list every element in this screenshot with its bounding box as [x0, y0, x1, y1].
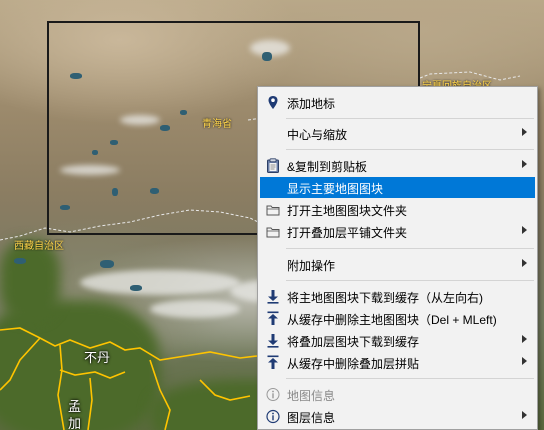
menu-separator	[286, 280, 534, 281]
menu-item-delete-overlay-cache[interactable]: 从缓存中删除叠加层拼贴	[260, 352, 535, 373]
submenu-arrow-icon	[522, 411, 527, 419]
menu-item-add-marker[interactable]: 添加地标	[260, 92, 535, 113]
submenu-arrow-icon	[522, 357, 527, 365]
menu-item-open-overlay-folder[interactable]: 打开叠加层平铺文件夹	[260, 221, 535, 242]
menu-item-label: 图层信息	[287, 411, 336, 425]
menu-item-center-zoom[interactable]: 中心与缩放	[260, 123, 535, 144]
menu-item-label: 附加操作	[287, 259, 336, 273]
menu-separator	[286, 248, 534, 249]
info-icon	[266, 409, 280, 424]
menu-item-download-main-cache[interactable]: 将主地图图块下载到缓存（从左向右)	[260, 286, 535, 307]
submenu-arrow-icon	[522, 128, 527, 136]
info-icon	[266, 388, 280, 401]
region-label-xizang: 西藏自治区	[14, 241, 64, 252]
region-label-qinghai: 青海省	[202, 119, 232, 130]
map-pin-icon	[268, 96, 278, 109]
menu-item-label: 打开叠加层平铺文件夹	[287, 226, 408, 240]
menu-item-label: 中心与缩放	[287, 128, 348, 142]
menu-item-layer-info[interactable]: 图层信息	[260, 406, 535, 427]
menu-item-delete-main-cache[interactable]: 从缓存中删除主地图图块（Del + MLeft)	[260, 308, 535, 329]
menu-item-show-main-tile[interactable]: 显示主要地图图块	[260, 177, 535, 198]
submenu-arrow-icon	[522, 226, 527, 234]
download-icon	[267, 290, 279, 304]
download-icon	[267, 334, 279, 348]
upload-icon	[267, 311, 279, 325]
upload-icon	[267, 355, 279, 369]
menu-item-label: 显示主要地图图块	[287, 182, 384, 196]
menu-separator	[286, 378, 534, 379]
menu-item-label: 地图信息	[287, 389, 336, 403]
menu-item-map-info[interactable]: 地图信息	[260, 384, 535, 405]
menu-item-download-overlay-cache[interactable]: 将叠加层图块下载到缓存	[260, 330, 535, 351]
menu-separator	[286, 149, 534, 150]
menu-item-label: 打开主地图图块文件夹	[287, 204, 408, 218]
menu-item-label: &复制到剪贴板	[287, 160, 368, 174]
context-menu: 添加地标 中心与缩放 &复制到剪贴板 显示主要地图图块 打开主地图图块文件夹 打…	[257, 86, 538, 430]
country-label-bhutan: 不丹	[84, 350, 111, 365]
menu-item-label: 将主地图图块下载到缓存（从左向右)	[287, 291, 483, 305]
submenu-arrow-icon	[522, 160, 527, 168]
menu-item-label: 将叠加层图块下载到缓存	[287, 335, 420, 349]
menu-item-extra-ops[interactable]: 附加操作	[260, 254, 535, 275]
clipboard-icon	[267, 158, 279, 173]
menu-item-open-main-tile-folder[interactable]: 打开主地图图块文件夹	[260, 199, 535, 220]
menu-item-copy-clipboard[interactable]: &复制到剪贴板	[260, 155, 535, 176]
menu-item-label: 添加地标	[287, 97, 336, 111]
menu-separator	[286, 118, 534, 119]
country-label-bangladesh-2: 加	[68, 416, 82, 430]
submenu-arrow-icon	[522, 259, 527, 267]
folder-icon	[266, 227, 280, 238]
folder-icon	[266, 205, 280, 216]
submenu-arrow-icon	[522, 335, 527, 343]
menu-item-label: 从缓存中删除主地图图块（Del + MLeft)	[287, 313, 497, 327]
menu-item-label: 从缓存中删除叠加层拼贴	[287, 357, 420, 371]
